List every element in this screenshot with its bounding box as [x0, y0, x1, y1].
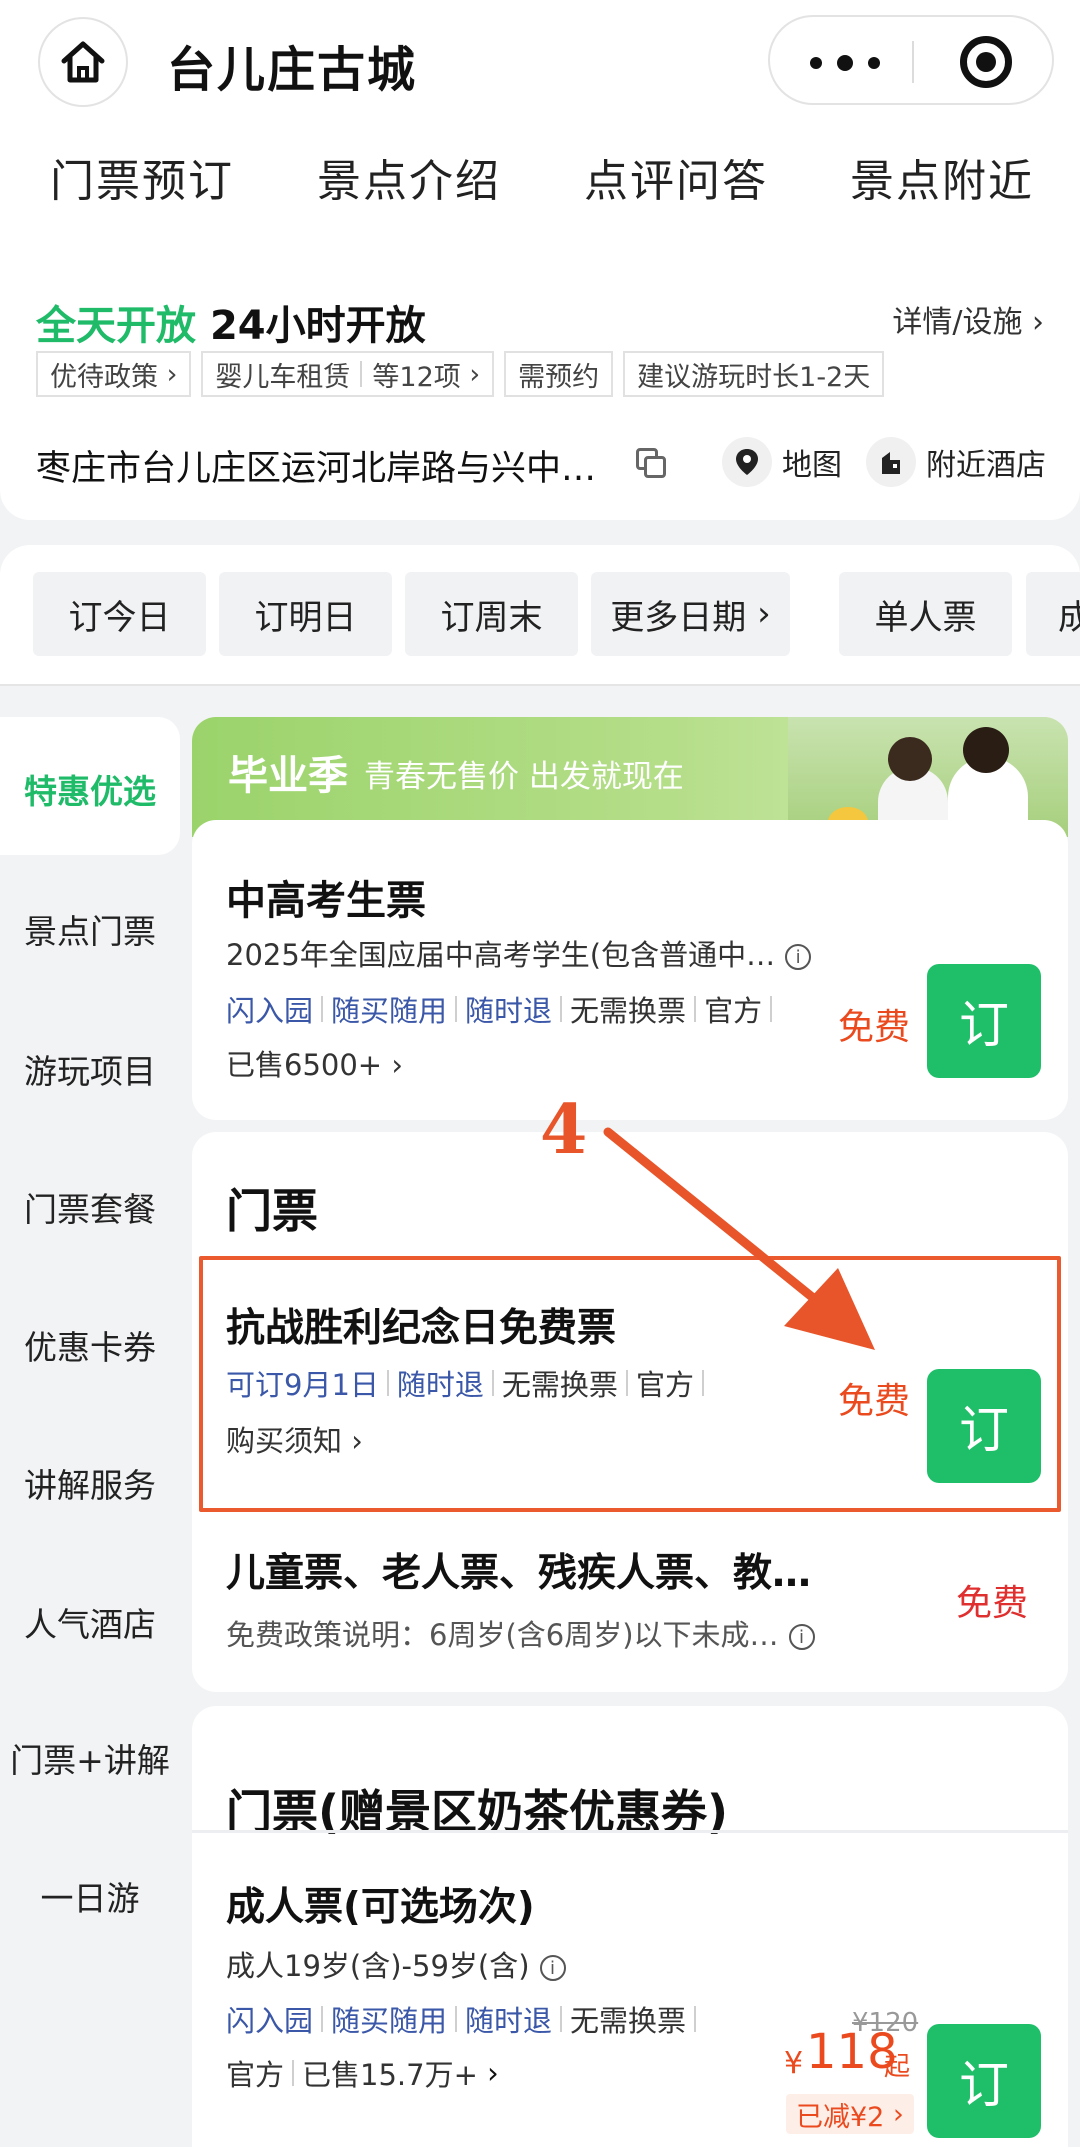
map-button[interactable]: 地图 [722, 433, 842, 491]
sidebar-item-day-tour[interactable]: 一日游 [0, 1872, 180, 1920]
info-card: 全天开放 24小时开放 详情/设施 › 优待政策 › 婴儿车租赁 等12项 › 需… [0, 265, 1080, 520]
info-icon[interactable]: i [788, 1624, 815, 1650]
info-icon[interactable]: i [539, 1955, 566, 1981]
tab-reviews[interactable]: 点评问答 [584, 145, 768, 209]
miniapp-capsule [768, 15, 1054, 105]
sidebar-item-tickets[interactable]: 景点门票 [0, 905, 180, 953]
book-weekend-button[interactable]: 订周末 [405, 572, 578, 656]
currency-symbol: ¥ [784, 2046, 804, 2081]
hotel-icon [866, 437, 916, 487]
ticket-price: 免费 [838, 1007, 911, 1048]
section-heading: 门票 [226, 1184, 318, 1238]
tab-tickets[interactable]: 门票预订 [50, 145, 234, 209]
sidebar-item-ticket-guide[interactable]: 门票+讲解 [0, 1734, 180, 1782]
more-icon[interactable] [810, 55, 880, 71]
book-button[interactable]: 订 [927, 964, 1041, 1078]
sidebar-item-guide[interactable]: 讲解服务 [0, 1459, 180, 1507]
milk-tea-ticket-section: 门票(赠景区奶茶优惠券) 成人票(可选场次) 成人19岁(含)-59岁(含) i … [192, 1706, 1068, 2147]
adult-ticket-title: 成人票(可选场次) [226, 1885, 535, 1930]
location-pin-icon [722, 437, 772, 487]
info-icon[interactable]: i [785, 944, 812, 970]
single-ticket-button[interactable]: 单人票 [839, 572, 1012, 656]
promo-photo [788, 717, 1068, 837]
date-filter-row: 订今日 订明日 订周末 更多日期 › 单人票 成 [0, 545, 1080, 685]
price-suffix: 起 [884, 2052, 911, 2082]
sidebar-item-deals[interactable]: 特惠优选 [0, 765, 180, 813]
date-chip-cut[interactable]: 成 [1026, 572, 1080, 656]
sidebar-item-coupons[interactable]: 优惠卡券 [0, 1321, 180, 1369]
adult-ticket-tags: 闪入园 随买随用 随时退 无需换票 [226, 1998, 704, 2040]
ticket-title: 中高考生票 [226, 878, 426, 924]
concession-ticket-price: 免费 [956, 1583, 1029, 1624]
opening-hours: 全天开放 24小时开放 [36, 303, 426, 349]
sidebar-item-hotels[interactable]: 人气酒店 [0, 1598, 180, 1646]
close-miniapp-icon[interactable] [960, 36, 1012, 88]
promo-title: 毕业季 [228, 753, 348, 799]
book-today-button[interactable]: 订今日 [33, 572, 206, 656]
chip-duration: 建议游玩时长1-2天 [623, 351, 885, 397]
header: 台儿庄古城 门票预订 景点介绍 点评问答 景点附近 [0, 0, 1080, 265]
adult-ticket-desc: 成人19岁(含)-59岁(含) i [226, 1943, 566, 1985]
student-ticket-card: 中高考生票 2025年全国应届中高考学生(包含普通中… i 闪入园 随买随用 随时… [192, 820, 1068, 1120]
ticket-tags: 闪入园 随买随用 随时退 无需换票 官方 [226, 988, 780, 1030]
book-tomorrow-button[interactable]: 订明日 [219, 572, 392, 656]
graduation-promo-banner[interactable]: 毕业季 青春无售价 出发就现在 [192, 717, 1068, 837]
sold-count[interactable]: 已售6500+ › [226, 1042, 403, 1084]
step-number: 4 [540, 1090, 588, 1170]
home-button[interactable] [38, 17, 128, 107]
details-link[interactable]: 详情/设施 › [892, 297, 1044, 341]
chip-policy[interactable]: 优待政策 › [36, 351, 192, 397]
adult-book-button[interactable]: 订 [927, 2024, 1041, 2138]
tab-nearby[interactable]: 景点附近 [850, 145, 1034, 209]
sidebar-item-activities[interactable]: 游玩项目 [0, 1045, 180, 1093]
ticket-desc: 2025年全国应届中高考学生(包含普通中… i [226, 932, 812, 974]
address: 枣庄市台儿庄区运河北岸路与兴中… [36, 449, 597, 489]
home-icon [61, 41, 105, 83]
concession-ticket-desc: 免费政策说明：6周岁(含6周岁)以下未成… i [226, 1612, 815, 1654]
tab-intro[interactable]: 景点介绍 [317, 145, 501, 209]
sidebar-item-packages[interactable]: 门票套餐 [0, 1183, 180, 1231]
policy-chips: 优待政策 › 婴儿车租赁 等12项 › 需预约 建议游玩时长1-2天 [36, 351, 885, 399]
highlight-box [199, 1256, 1061, 1512]
concession-ticket-title: 儿童票、老人票、残疾人票、教… [226, 1551, 812, 1596]
chip-reservation: 需预约 [504, 351, 614, 397]
discount-badge: 已减¥2 › [786, 2094, 914, 2134]
promo-subtitle: 青春无售价 出发就现在 [364, 759, 684, 795]
page-title: 台儿庄古城 [167, 42, 418, 98]
chip-facilities[interactable]: 婴儿车租赁 等12项 › [201, 351, 495, 397]
adult-ticket-meta[interactable]: 官方 已售15.7万+ › [226, 2052, 499, 2094]
nearby-hotel-button[interactable]: 附近酒店 [866, 433, 1046, 491]
more-dates-button[interactable]: 更多日期 › [591, 572, 790, 656]
copy-icon[interactable] [636, 448, 666, 478]
tab-bar: 门票预订 景点介绍 点评问答 景点附近 [0, 145, 1080, 215]
